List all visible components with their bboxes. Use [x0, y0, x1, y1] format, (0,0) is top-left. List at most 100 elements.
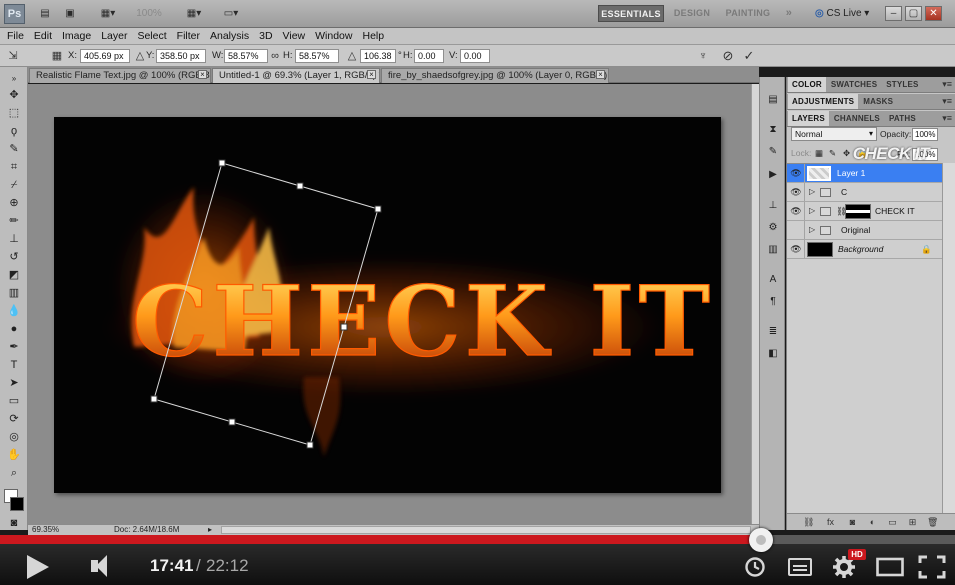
- horizontal-scrollbar[interactable]: [221, 526, 751, 534]
- panel-menu-icon[interactable]: ▾≡: [942, 77, 952, 92]
- layer-row-layer-1[interactable]: 👁 Layer 1: [787, 164, 942, 183]
- zoom-tool-icon[interactable]: ⌕: [5, 465, 23, 481]
- layer-row-group-original[interactable]: ▷ Original: [787, 221, 942, 240]
- horizontal-skew-field[interactable]: 0.00: [414, 49, 444, 63]
- menu-select[interactable]: Select: [132, 28, 171, 44]
- move-tool-icon[interactable]: ✥: [5, 87, 23, 103]
- rotation-angle-field[interactable]: 106.38: [360, 49, 396, 63]
- close-tab-icon[interactable]: ×: [198, 70, 207, 79]
- layer-row-group-check-it[interactable]: 👁 ▷ ⛓ CHECK IT: [787, 202, 942, 221]
- width-field[interactable]: 58.57%: [224, 49, 268, 63]
- transform-tool-icon[interactable]: ⇲: [6, 49, 20, 63]
- doc-tab-untitled-1[interactable]: Untitled-1 @ 69.3% (Layer 1, RGB/8) * ×: [212, 68, 380, 83]
- workspace-painting[interactable]: PAINTING: [722, 5, 774, 22]
- workspace-essentials[interactable]: ESSENTIALS: [598, 5, 664, 22]
- blur-tool-icon[interactable]: 💧: [5, 303, 23, 319]
- add-mask-icon[interactable]: ◙: [847, 517, 858, 528]
- layers-scrollbar[interactable]: [942, 163, 955, 513]
- new-layer-icon[interactable]: ⊞: [907, 517, 918, 528]
- restore-button[interactable]: ▢: [905, 6, 922, 21]
- height-field[interactable]: 58.57%: [295, 49, 339, 63]
- brush-tool-icon[interactable]: ✏: [5, 213, 23, 229]
- reference-point-icon[interactable]: ▦: [50, 49, 64, 63]
- vertical-skew-field[interactable]: 0.00: [460, 49, 490, 63]
- menu-image[interactable]: Image: [57, 28, 96, 44]
- tab-swatches[interactable]: SWATCHES: [827, 77, 881, 92]
- eyedropper-tool-icon[interactable]: ⌿: [5, 177, 23, 193]
- link-layers-icon[interactable]: ⛓: [803, 517, 814, 528]
- quick-mask-icon[interactable]: ◙: [5, 515, 23, 531]
- warp-mode-icon[interactable]: ♆: [696, 49, 710, 63]
- healing-brush-tool-icon[interactable]: ⊕: [5, 195, 23, 211]
- arrange-documents-dropdown[interactable]: ▦▾: [181, 6, 207, 22]
- minimize-button[interactable]: –: [885, 6, 902, 21]
- lock-image-icon[interactable]: ✎: [829, 147, 836, 159]
- pen-tool-icon[interactable]: ✒: [5, 339, 23, 355]
- crop-tool-icon[interactable]: ⌗: [5, 159, 23, 175]
- doc-tab-realistic-flame[interactable]: Realistic Flame Text.jpg @ 100% (RGB/8) …: [29, 68, 211, 83]
- tab-adjustments[interactable]: ADJUSTMENTS: [788, 94, 859, 109]
- doc-tab-fire-by-shaedsofgrey[interactable]: fire_by_shaedsofgrey.jpg @ 100% (Layer 0…: [381, 68, 609, 83]
- link-aspect-icon[interactable]: ∞: [268, 49, 282, 63]
- play-icon[interactable]: [27, 555, 49, 579]
- view-extras-dropdown[interactable]: ▦▾: [96, 6, 120, 22]
- layer-style-icon[interactable]: fx: [825, 517, 836, 528]
- background-color-swatch[interactable]: [10, 497, 24, 511]
- menu-filter[interactable]: Filter: [172, 28, 205, 44]
- marquee-tool-icon[interactable]: ⬚: [5, 105, 23, 121]
- watch-later-icon[interactable]: [744, 556, 766, 578]
- visibility-eye-icon[interactable]: 👁: [790, 206, 802, 217]
- quick-select-tool-icon[interactable]: ✎: [5, 141, 23, 157]
- mini-bridge-icon[interactable]: ▣: [62, 6, 78, 22]
- tab-paths[interactable]: PATHS: [885, 111, 920, 126]
- clone-source-panel-icon[interactable]: ⊥: [765, 199, 781, 213]
- theater-mode-icon[interactable]: [876, 557, 904, 577]
- lasso-tool-icon[interactable]: ϙ: [5, 123, 23, 139]
- panel-menu-icon[interactable]: ▾≡: [942, 111, 952, 126]
- history-brush-tool-icon[interactable]: ↺: [5, 249, 23, 265]
- menu-window[interactable]: Window: [310, 28, 357, 44]
- notes-panel-icon[interactable]: ▥: [765, 243, 781, 257]
- paragraph-panel-icon[interactable]: ¶: [765, 295, 781, 309]
- workspace-design[interactable]: DESIGN: [672, 5, 712, 22]
- visibility-eye-icon[interactable]: 👁: [790, 244, 802, 255]
- menu-edit[interactable]: Edit: [29, 28, 57, 44]
- tab-color[interactable]: COLOR: [788, 77, 826, 92]
- gradient-tool-icon[interactable]: ▥: [5, 285, 23, 301]
- menu-help[interactable]: Help: [357, 28, 389, 44]
- tab-styles[interactable]: STYLES: [882, 77, 922, 92]
- eraser-tool-icon[interactable]: ◩: [5, 267, 23, 283]
- 3d-rotate-tool-icon[interactable]: ⟳: [5, 411, 23, 427]
- y-position-field[interactable]: 358.50 px: [156, 49, 206, 63]
- zoom-level-dropdown[interactable]: 100%: [134, 6, 164, 22]
- more-workspaces-icon[interactable]: »: [782, 5, 796, 22]
- menu-file[interactable]: File: [0, 28, 29, 44]
- relative-position-icon[interactable]: △: [133, 49, 147, 63]
- hand-tool-icon[interactable]: ✋: [5, 447, 23, 463]
- progress-scrubber[interactable]: [749, 528, 773, 552]
- delete-layer-icon[interactable]: 🗑: [927, 517, 938, 528]
- mask-thumbnail[interactable]: [845, 204, 871, 219]
- menu-view[interactable]: View: [278, 28, 311, 44]
- panel-menu-icon[interactable]: ▾≡: [942, 94, 952, 109]
- lock-transparent-icon[interactable]: ▦: [815, 147, 823, 159]
- document-canvas[interactable]: CHECK IT: [54, 117, 721, 493]
- info-panel-icon[interactable]: ≣: [765, 325, 781, 339]
- cancel-transform-icon[interactable]: ⊘: [721, 49, 735, 63]
- tab-layers[interactable]: LAYERS: [788, 111, 829, 126]
- visibility-off-icon[interactable]: [790, 225, 802, 236]
- screen-mode-dropdown[interactable]: ▭▾: [218, 6, 244, 22]
- fullscreen-icon[interactable]: [918, 555, 946, 579]
- 3d-orbit-tool-icon[interactable]: ◎: [5, 429, 23, 445]
- character-panel-icon[interactable]: A: [765, 273, 781, 287]
- menu-3d[interactable]: 3D: [254, 28, 277, 44]
- captions-icon[interactable]: [788, 558, 812, 576]
- expand-arrow-icon[interactable]: ▷: [809, 205, 815, 217]
- path-selection-tool-icon[interactable]: ➤: [5, 375, 23, 391]
- actions-panel-icon[interactable]: ▶: [765, 168, 781, 182]
- navigator-panel-icon[interactable]: ◧: [765, 347, 781, 361]
- shape-tool-icon[interactable]: ▭: [5, 393, 23, 409]
- tab-channels[interactable]: CHANNELS: [830, 111, 884, 126]
- opacity-field[interactable]: 100%: [912, 128, 938, 141]
- layer-row-group-c[interactable]: 👁 ▷ C: [787, 183, 942, 202]
